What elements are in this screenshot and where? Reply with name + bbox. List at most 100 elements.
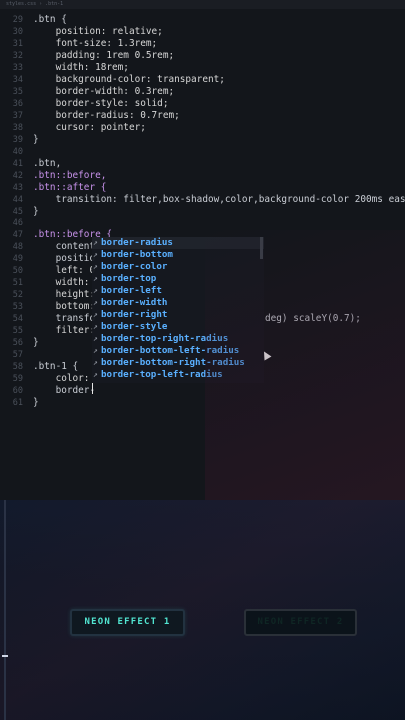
code-line[interactable]: 44 transition: filter,box-shadow,color,b… <box>0 194 405 206</box>
code-text[interactable]: padding: 1rem 0.5rem; <box>33 50 175 62</box>
autocomplete-rest: -width <box>134 296 168 308</box>
preview-resize-handle[interactable] <box>2 655 8 657</box>
code-text[interactable]: .btn, <box>33 158 61 170</box>
autocomplete-item[interactable]: ↗ border-style <box>92 321 264 333</box>
code-text[interactable]: left: 0 <box>33 265 96 277</box>
code-text[interactable]: } <box>33 337 39 349</box>
wrench-icon: ↗ <box>93 345 98 355</box>
autocomplete-match: border <box>101 284 135 296</box>
code-line[interactable]: 32 padding: 1rem 0.5rem; <box>0 50 405 62</box>
code-text[interactable]: .btn-1 { <box>33 361 78 373</box>
line-number: 47 <box>12 230 23 241</box>
autocomplete-item[interactable]: ↗ border-width <box>92 297 264 309</box>
code-text[interactable]: border- <box>33 385 96 397</box>
code-text[interactable]: .btn::after { <box>33 182 106 194</box>
code-line[interactable]: 35 border-width: 0.3rem; <box>0 86 405 98</box>
code-text[interactable]: .btn::before, <box>33 170 106 182</box>
neon-effect-1-button[interactable]: NEON EFFECT 1 <box>70 609 185 636</box>
code-text[interactable]: width: <box>33 277 90 289</box>
line-number: 50 <box>12 266 23 277</box>
autocomplete-item[interactable]: ↗ border-bottom-right-radius <box>92 357 264 369</box>
code-text[interactable]: positio <box>33 253 96 265</box>
code-line[interactable]: 29 .btn { <box>0 14 405 26</box>
code-line[interactable]: 38 cursor: pointer; <box>0 122 405 134</box>
code-line[interactable]: 42 .btn::before, <box>0 170 405 182</box>
autocomplete-item[interactable]: ↗ border-top-right-radius <box>92 333 264 345</box>
wrench-icon: ↗ <box>93 357 98 367</box>
code-editor[interactable]: styles.css › .btn-1 29 .btn {30 position:… <box>0 0 405 500</box>
wrench-icon: ↗ <box>93 297 98 307</box>
code-line[interactable]: 34 background-color: transparent; <box>0 74 405 86</box>
code-text[interactable]: color: <box>33 373 90 385</box>
line-number: 30 <box>12 26 23 37</box>
code-text[interactable]: bottom: <box>33 301 96 313</box>
code-text[interactable]: border-style: solid; <box>33 98 169 110</box>
code-text[interactable]: width: 18rem; <box>33 62 129 74</box>
line-number: 44 <box>12 194 23 205</box>
wrench-icon: ↗ <box>93 273 98 283</box>
code-text[interactable]: font-size: 1.3rem; <box>33 38 158 50</box>
code-line[interactable]: 37 border-radius: 0.7rem; <box>0 110 405 122</box>
line-number: 40 <box>12 146 23 157</box>
code-line[interactable]: 39} <box>0 134 405 146</box>
line-number: 33 <box>12 62 23 73</box>
autocomplete-match: border <box>101 332 135 344</box>
line-number: 45 <box>12 206 23 217</box>
code-text[interactable]: } <box>33 397 39 409</box>
neon-effect-2-button[interactable]: NEON EFFECT 2 <box>244 609 357 636</box>
autocomplete-item[interactable]: ↗ border-left <box>92 285 264 297</box>
line-number: 48 <box>12 242 23 253</box>
autocomplete-label: border-right <box>101 309 167 321</box>
code-text[interactable]: border-radius: 0.7rem; <box>33 110 180 122</box>
code-text[interactable]: background-color: transparent; <box>33 74 225 86</box>
code-text[interactable]: transfo <box>33 313 96 325</box>
line-number: 54 <box>12 314 23 325</box>
autocomplete-match: border <box>101 248 135 260</box>
code-line[interactable]: 46 <box>0 217 405 229</box>
autocomplete-item[interactable]: ↗ border-top <box>92 273 264 285</box>
autocomplete-label: border-bottom-left-radius <box>101 345 239 357</box>
autocomplete-label: border-bottom <box>101 249 173 261</box>
autocomplete-scrollbar[interactable] <box>260 237 263 259</box>
code-text[interactable]: } <box>33 206 39 218</box>
wrench-icon: ↗ <box>93 333 98 343</box>
code-text[interactable]: height: <box>33 289 96 301</box>
autocomplete-item[interactable]: ↗ border-radius <box>92 237 264 249</box>
code-text-tail[interactable]: deg) scaleY(0.7); <box>265 313 361 325</box>
breadcrumb: styles.css › .btn-1 <box>0 0 405 9</box>
code-line[interactable]: 41 .btn, <box>0 158 405 170</box>
code-line[interactable]: 43 .btn::after { <box>0 182 405 194</box>
code-line[interactable]: 30 position: relative; <box>0 26 405 38</box>
autocomplete-match: border <box>101 260 135 272</box>
code-text[interactable]: transition: filter,box-shadow,color,back… <box>33 194 405 206</box>
code-line[interactable]: 36 border-style: solid; <box>0 98 405 110</box>
autocomplete-popup[interactable]: ↗ border-radius ↗ border-bottom ↗ border-colo… <box>92 237 264 383</box>
code-line[interactable]: 60 border- <box>0 385 405 397</box>
line-number: 46 <box>12 218 23 229</box>
code-text[interactable]: content <box>33 241 96 253</box>
autocomplete-rest: -style <box>134 320 168 332</box>
line-number: 51 <box>12 278 23 289</box>
line-number: 52 <box>12 290 23 301</box>
autocomplete-item[interactable]: ↗ border-right <box>92 309 264 321</box>
code-text[interactable]: position: relative; <box>33 26 163 38</box>
code-line[interactable]: 61} <box>0 397 405 409</box>
code-text[interactable]: filter: <box>33 325 96 337</box>
autocomplete-item[interactable]: ↗ border-bottom-left-radius <box>92 345 264 357</box>
code-text[interactable]: cursor: pointer; <box>33 122 146 134</box>
code-line[interactable]: 40 <box>0 146 405 158</box>
code-text[interactable]: border-width: 0.3rem; <box>33 86 175 98</box>
code-text[interactable]: } <box>33 134 39 146</box>
code-text[interactable]: .btn { <box>33 14 67 26</box>
autocomplete-rest: -top <box>134 272 157 284</box>
autocomplete-item[interactable]: ↗ border-bottom <box>92 249 264 261</box>
autocomplete-item[interactable]: ↗ border-color <box>92 261 264 273</box>
wrench-icon: ↗ <box>93 309 98 319</box>
code-line[interactable]: 31 font-size: 1.3rem; <box>0 38 405 50</box>
code-line[interactable]: 33 width: 18rem; <box>0 62 405 74</box>
line-number: 59 <box>12 374 23 385</box>
code-line[interactable]: 45} <box>0 206 405 218</box>
line-number: 37 <box>12 110 23 121</box>
autocomplete-item[interactable]: ↗ border-top-left-radius <box>92 369 264 381</box>
autocomplete-label: border-top-right-radius <box>101 333 228 345</box>
